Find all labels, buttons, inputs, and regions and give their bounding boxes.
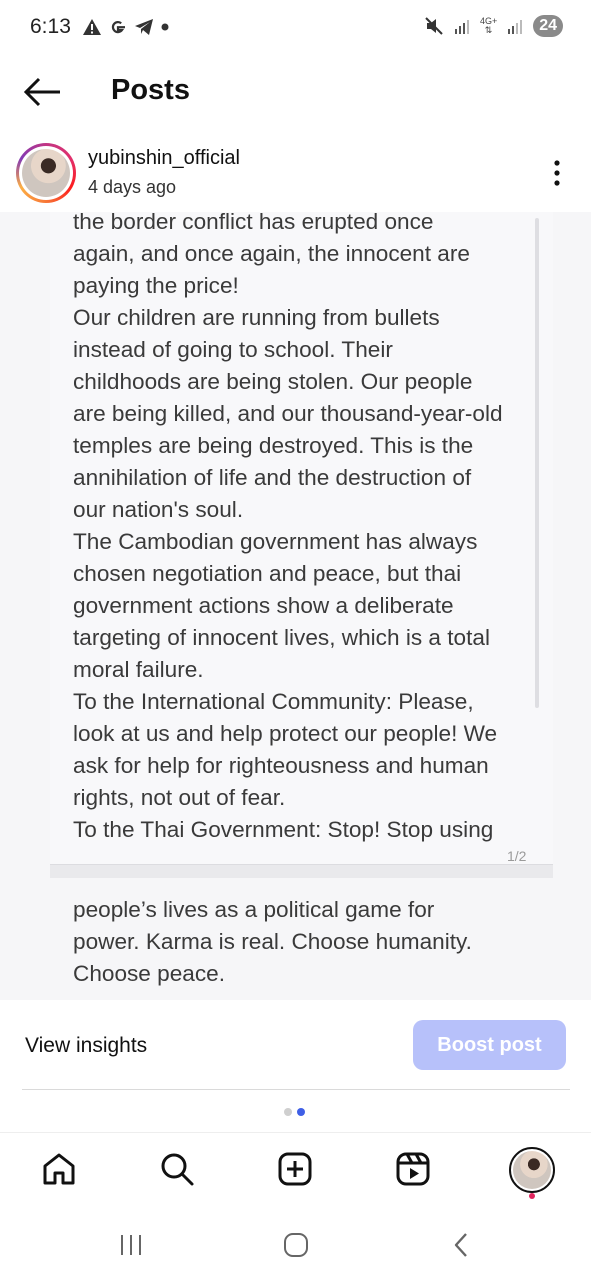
carousel-dot-active <box>297 1108 305 1116</box>
dot-icon <box>161 23 169 31</box>
recent-apps-button[interactable] <box>111 1228 151 1262</box>
reels-icon <box>396 1152 430 1186</box>
signal-icon <box>454 20 469 34</box>
recent-apps-icon <box>121 1235 141 1255</box>
google-icon <box>111 21 125 34</box>
post-image[interactable]: the border conflict has erupted once aga… <box>0 209 591 1000</box>
status-bar: 6:13 4G+ ⇅ 24 <box>0 0 591 58</box>
network-type: 4G+ ⇅ <box>479 16 498 35</box>
signal-icon-2 <box>508 20 523 34</box>
more-options-button[interactable] <box>547 158 567 188</box>
nav-reels[interactable] <box>393 1149 433 1189</box>
telegram-icon <box>135 19 153 35</box>
carousel-dot <box>284 1108 292 1116</box>
post-image-text-page1: the border conflict has erupted once aga… <box>73 209 503 842</box>
post-timestamp: 4 days ago <box>88 177 177 197</box>
home-icon <box>43 1153 75 1185</box>
nav-home[interactable] <box>39 1149 79 1189</box>
profile-avatar <box>513 1151 551 1189</box>
back-nav-button[interactable] <box>441 1228 481 1262</box>
header: Posts <box>0 60 591 124</box>
home-button-icon <box>284 1233 308 1257</box>
post-author: yubinshin_official 4 days ago <box>0 140 591 210</box>
carousel-indicator <box>284 1108 305 1116</box>
page-divider <box>50 864 553 878</box>
back-icon <box>454 1233 467 1257</box>
nav-create[interactable] <box>275 1149 315 1189</box>
warning-icon <box>83 19 101 35</box>
arrow-left-icon <box>23 77 60 107</box>
post-image-text-page2: people’s lives as a political game for p… <box>73 897 472 986</box>
home-button[interactable] <box>276 1228 316 1262</box>
page-title: Posts <box>111 74 190 106</box>
create-icon <box>278 1152 312 1186</box>
battery-indicator: 24 <box>533 15 563 37</box>
system-icons: 4G+ ⇅ 24 <box>424 15 563 37</box>
nav-profile[interactable] <box>509 1147 555 1193</box>
image-scrollbar <box>535 218 539 708</box>
boost-post-button[interactable]: Boost post <box>413 1020 566 1070</box>
username-link[interactable]: yubinshin_official <box>88 147 240 170</box>
status-time: 6:13 <box>30 15 71 38</box>
mute-icon <box>425 17 443 35</box>
bottom-navigation <box>0 1132 591 1208</box>
more-vertical-icon <box>554 160 560 186</box>
view-insights-link[interactable]: View insights <box>25 1034 147 1058</box>
android-navigation-bar <box>0 1210 591 1280</box>
page-indicator: 1/2 <box>507 848 527 864</box>
post-actions: View insights Boost post <box>0 1000 591 1092</box>
search-icon <box>161 1153 194 1186</box>
back-button[interactable] <box>22 74 62 110</box>
nav-search[interactable] <box>157 1149 197 1189</box>
divider <box>22 1089 570 1090</box>
avatar <box>22 149 70 197</box>
story-ring[interactable] <box>16 143 76 203</box>
notification-icons <box>82 17 170 37</box>
data-arrows-icon: ⇅ <box>484 25 493 35</box>
notification-dot <box>529 1193 535 1199</box>
